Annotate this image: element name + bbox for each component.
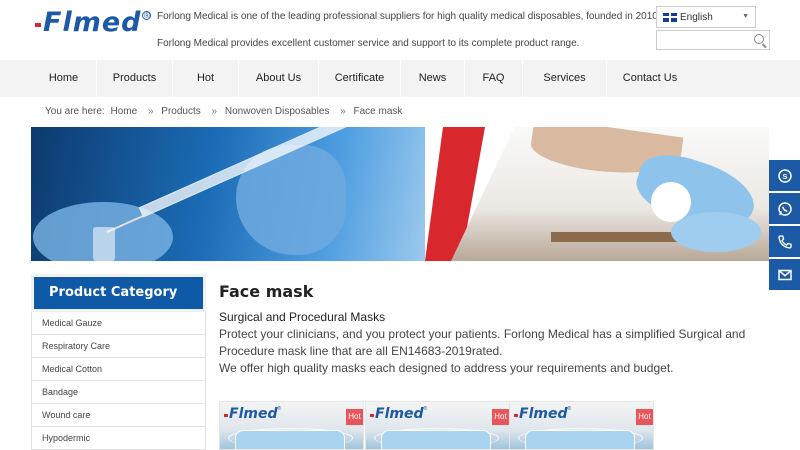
site-header: Flmed ® Forlong Medical is one of the le…: [0, 0, 800, 60]
svg-text:S: S: [782, 172, 787, 181]
breadcrumb: You are here: Home » Products » Nonwoven…: [45, 106, 405, 117]
skype-icon: S: [777, 168, 792, 183]
product-card[interactable]: Flmed ® Hot: [509, 401, 654, 450]
floating-contact-bar: S: [769, 160, 800, 292]
sidebar-item-medical-cotton[interactable]: Medical Cotton: [31, 358, 206, 381]
description-paragraph-2: We offer high quality masks each designe…: [219, 361, 674, 375]
hot-badge: Hot: [492, 409, 509, 425]
breadcrumb-nonwoven[interactable]: Nonwoven Disposables: [225, 106, 330, 117]
product-category-sidebar: Product Category Medical Gauze Respirato…: [31, 274, 206, 450]
sidebar-item-hypodermic[interactable]: Hypodermic: [31, 427, 206, 450]
language-select[interactable]: English ▼: [656, 6, 756, 28]
card-logo: Flmed ®: [224, 406, 281, 422]
face-mask-image: [525, 430, 635, 449]
sidebar-item-respiratory-care[interactable]: Respiratory Care: [31, 335, 206, 358]
nav-about-us[interactable]: About Us: [239, 60, 319, 97]
face-mask-image: [235, 430, 345, 449]
product-card[interactable]: Flmed ® Hot: [365, 401, 510, 450]
search-input[interactable]: [656, 30, 770, 50]
vial-shape: [93, 227, 115, 261]
page-subtitle: Surgical and Procedural Masks: [219, 310, 386, 324]
nav-certificate[interactable]: Certificate: [319, 60, 401, 97]
hero-banner: [31, 127, 769, 261]
glove-shape: [671, 212, 761, 252]
product-grid: Flmed ® Hot Flmed ® Hot Flmed ® Hot: [219, 401, 659, 450]
nav-contact-us[interactable]: Contact Us: [607, 60, 693, 97]
product-card[interactable]: Flmed ® Hot: [219, 401, 364, 450]
whatsapp-button[interactable]: [769, 193, 800, 224]
breadcrumb-prefix: You are here:: [45, 106, 105, 117]
gauze-shape: [651, 182, 691, 222]
whatsapp-icon: [777, 201, 792, 216]
hot-badge: Hot: [636, 409, 653, 425]
breadcrumb-home[interactable]: Home: [110, 106, 137, 117]
card-logo: Flmed ®: [370, 406, 427, 422]
nav-products[interactable]: Products: [97, 60, 173, 97]
logo-text: Flmed: [43, 7, 142, 38]
sidebar-title: Product Category: [31, 274, 206, 312]
breadcrumb-products[interactable]: Products: [161, 106, 200, 117]
search-icon[interactable]: [754, 34, 764, 44]
header-tagline-2: Forlong Medical provides excellent custo…: [157, 38, 580, 49]
breadcrumb-separator: »: [147, 106, 154, 117]
page-title: Face mask: [219, 282, 314, 301]
phone-button[interactable]: [769, 226, 800, 257]
banner-syringe-photo: [31, 127, 425, 261]
breadcrumb-separator: »: [211, 106, 218, 117]
breadcrumb-separator: »: [340, 106, 346, 117]
flmed-logo[interactable]: Flmed ®: [35, 7, 152, 38]
main-nav: Home Products Hot About Us Certificate N…: [0, 60, 800, 97]
caret-down-icon: ▼: [742, 13, 749, 20]
nav-news[interactable]: News: [401, 60, 465, 97]
logo-dash: [35, 23, 41, 27]
hot-badge: Hot: [346, 409, 363, 425]
face-mask-image: [381, 430, 491, 449]
sidebar-item-bandage[interactable]: Bandage: [31, 381, 206, 404]
nav-hot[interactable]: Hot: [173, 60, 239, 97]
nav-faq[interactable]: FAQ: [465, 60, 523, 97]
description-paragraph-1: Protect your clinicians, and you protect…: [219, 327, 746, 358]
header-tagline-1: Forlong Medical is one of the leading pr…: [157, 11, 661, 22]
uk-flag-icon: [663, 12, 677, 22]
sidebar-item-wound-care[interactable]: Wound care: [31, 404, 206, 427]
sidebar-item-medical-gauze[interactable]: Medical Gauze: [31, 312, 206, 335]
card-logo: Flmed ®: [514, 406, 571, 422]
nav-home[interactable]: Home: [31, 60, 97, 97]
registered-mark: ®: [142, 11, 152, 20]
skype-button[interactable]: S: [769, 160, 800, 191]
email-icon: [777, 269, 792, 280]
phone-icon: [777, 234, 792, 249]
breadcrumb-current: Face mask: [353, 106, 403, 117]
nav-services[interactable]: Services: [523, 60, 607, 97]
main-content: Face mask Surgical and Procedural Masks …: [219, 280, 774, 377]
language-label: English: [680, 11, 713, 23]
